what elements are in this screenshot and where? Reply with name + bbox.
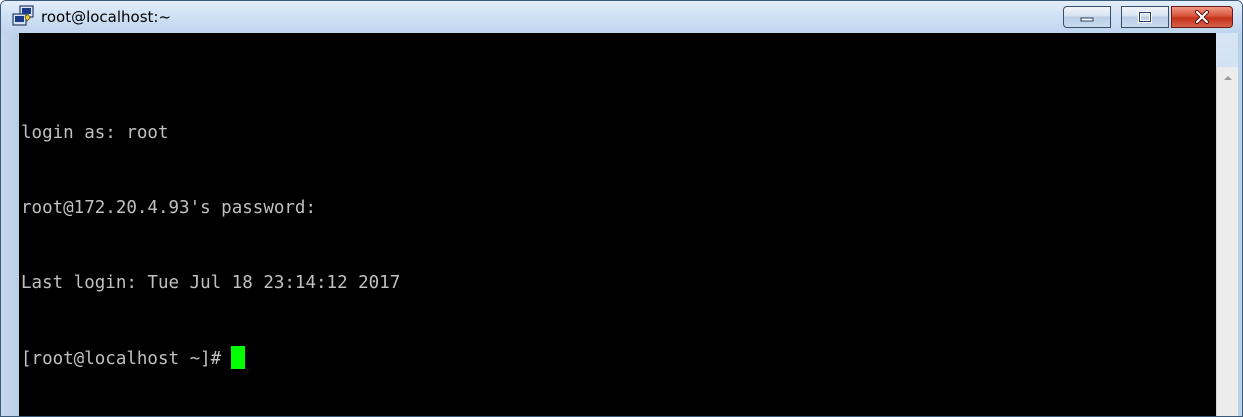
terminal-top-area [19, 33, 1216, 67]
vertical-scrollbar[interactable] [1216, 67, 1238, 416]
minimize-icon [1064, 7, 1110, 27]
shell-prompt: [root@localhost ~]# [21, 349, 222, 369]
minimize-button[interactable] [1063, 6, 1111, 28]
maximize-button[interactable] [1121, 6, 1169, 28]
scroll-up-arrow-icon[interactable] [1217, 67, 1238, 89]
terminal-screen[interactable]: login as: root root@172.20.4.93's passwo… [19, 67, 1216, 416]
terminal-prompt-line: [root@localhost ~]# [21, 346, 1216, 371]
maximize-icon [1122, 7, 1168, 27]
terminal-cursor [231, 346, 246, 369]
window-frame-right [1238, 33, 1242, 416]
terminal-line: Last login: Tue Jul 18 23:14:12 2017 [21, 273, 401, 293]
putty-icon[interactable] [11, 5, 35, 29]
terminal-line: login as: root [21, 123, 169, 143]
window-frame-left [1, 33, 19, 416]
putty-window: root@localhost:~ login as: root root@172… [0, 0, 1243, 417]
close-button[interactable] [1171, 6, 1233, 28]
window-title: root@localhost:~ [41, 8, 172, 26]
terminal-line: root@172.20.4.93's password: [21, 198, 317, 218]
title-bar[interactable]: root@localhost:~ [1, 1, 1242, 33]
close-icon [1172, 7, 1232, 27]
